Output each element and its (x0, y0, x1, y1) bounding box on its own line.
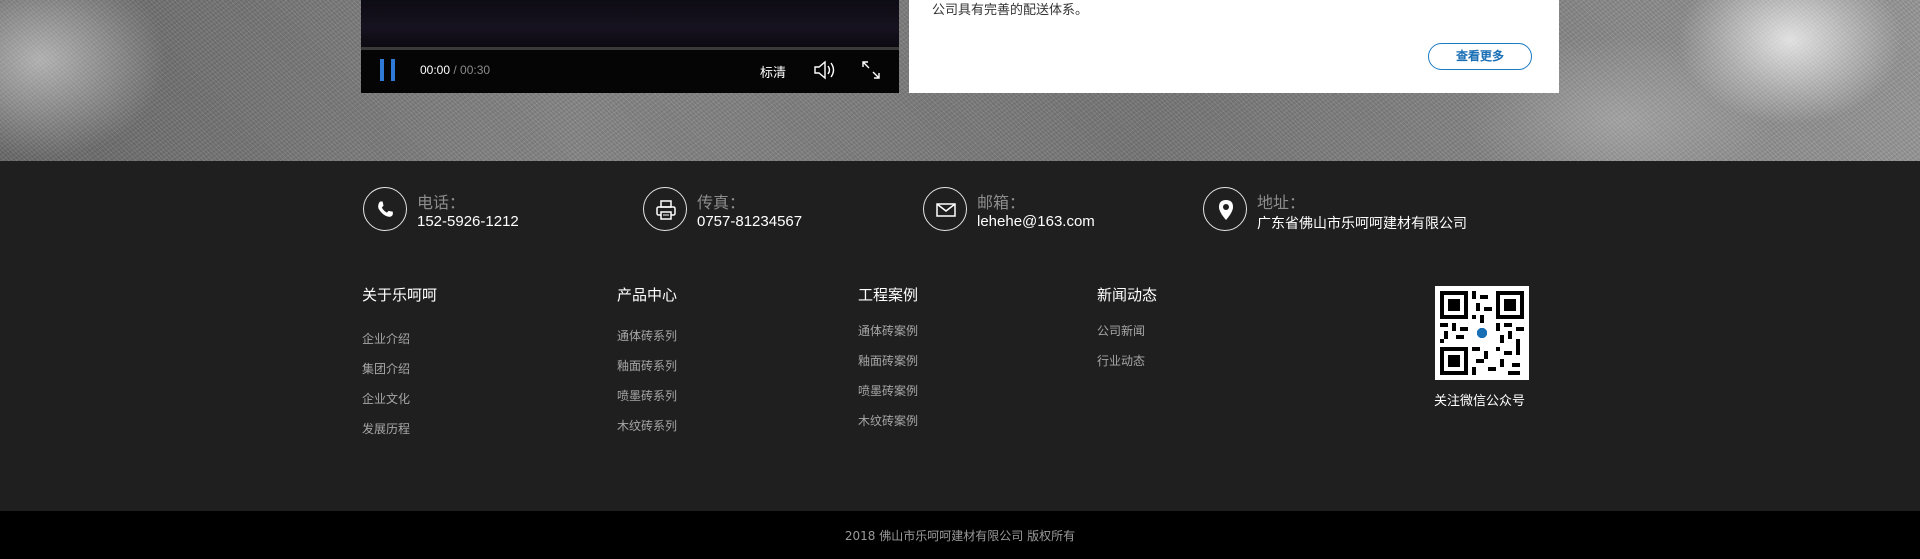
contact-address: 地址： 广东省佛山市乐呵呵建材有限公司 (1203, 187, 1503, 233)
view-more-button[interactable]: 查看更多 (1428, 43, 1532, 70)
column-title: 新闻动态 (1097, 286, 1158, 304)
footer-link[interactable]: 行业动态 (1097, 346, 1145, 376)
time-separator: / (450, 63, 461, 77)
fax-icon (643, 187, 687, 231)
video-player[interactable]: 00:00 / 00:30 标清 (361, 0, 899, 93)
time-total: 00:30 (460, 63, 491, 77)
copyright-text: 2018 佛山市乐呵呵建材有限公司 版权所有 (844, 529, 1076, 543)
location-icon (1203, 187, 1247, 231)
contact-label: 电话： (417, 193, 466, 212)
footer-link[interactable]: 通体砖案例 (858, 316, 918, 346)
footer-link[interactable]: 发展历程 (362, 414, 410, 444)
time-current: 00:00 (420, 63, 451, 77)
video-frame[interactable] (361, 0, 899, 47)
wechat-qr-code (1435, 286, 1529, 380)
contact-label: 地址： (1257, 193, 1306, 212)
footer-column-products: 产品中心 通体砖系列 釉面砖系列 喷墨砖系列 木纹砖系列 (617, 284, 678, 433)
footer-link[interactable]: 釉面砖案例 (858, 346, 918, 376)
video-controls: 00:00 / 00:30 标清 (361, 50, 899, 93)
footer-link[interactable]: 釉面砖系列 (617, 351, 677, 381)
footer-link[interactable]: 公司新闻 (1097, 316, 1145, 346)
footer-link[interactable]: 喷墨砖系列 (617, 381, 677, 411)
contact-label: 邮箱： (977, 193, 1026, 212)
footer-link[interactable]: 通体砖系列 (617, 321, 677, 351)
contact-label: 传真： (697, 193, 746, 212)
contact-value: 0757-81234567 (697, 213, 803, 230)
contact-email: 邮箱： lehehe@163.com (923, 187, 1143, 233)
intro-panel: 公司具有完善的配送体系。 查看更多 (909, 0, 1559, 93)
footer-link[interactable]: 木纹砖案例 (858, 406, 918, 436)
column-title: 产品中心 (617, 286, 678, 304)
contact-fax: 传真： 0757-81234567 (643, 187, 863, 233)
footer-link[interactable]: 企业文化 (362, 384, 410, 414)
qr-code-icon (1440, 291, 1524, 375)
footer-link[interactable]: 喷墨砖案例 (858, 376, 918, 406)
column-title: 工程案例 (858, 286, 919, 304)
phone-icon (363, 187, 407, 231)
volume-icon[interactable] (813, 60, 837, 80)
footer-link[interactable]: 木纹砖系列 (617, 411, 677, 441)
column-title: 关于乐呵呵 (362, 286, 438, 304)
fullscreen-icon[interactable] (861, 60, 881, 80)
contact-value: 广东省佛山市乐呵呵建材有限公司 (1257, 216, 1467, 232)
footer-column-news: 新闻动态 公司新闻 行业动态 (1097, 284, 1158, 368)
mail-icon (923, 187, 967, 231)
footer-link[interactable]: 企业介绍 (362, 324, 410, 354)
contact-phone: 电话： 152-5926-1212 (363, 187, 583, 233)
footer-link[interactable]: 集团介绍 (362, 354, 410, 384)
video-time: 00:00 / 00:30 (420, 63, 490, 77)
footer-column-about: 关于乐呵呵 企业介绍 集团介绍 企业文化 发展历程 (362, 284, 438, 436)
contact-value: 152-5926-1212 (417, 213, 519, 230)
intro-text: 公司具有完善的配送体系。 (932, 3, 1089, 18)
footer-column-cases: 工程案例 通体砖案例 釉面砖案例 喷墨砖案例 木纹砖案例 (858, 284, 919, 428)
qr-label: 关注微信公众号 (1434, 394, 1526, 409)
contact-value: lehehe@163.com (977, 213, 1095, 230)
quality-button[interactable]: 标清 (760, 62, 786, 81)
copyright-bar: 2018 佛山市乐呵呵建材有限公司 版权所有 (0, 511, 1920, 559)
pause-icon[interactable] (378, 59, 398, 81)
